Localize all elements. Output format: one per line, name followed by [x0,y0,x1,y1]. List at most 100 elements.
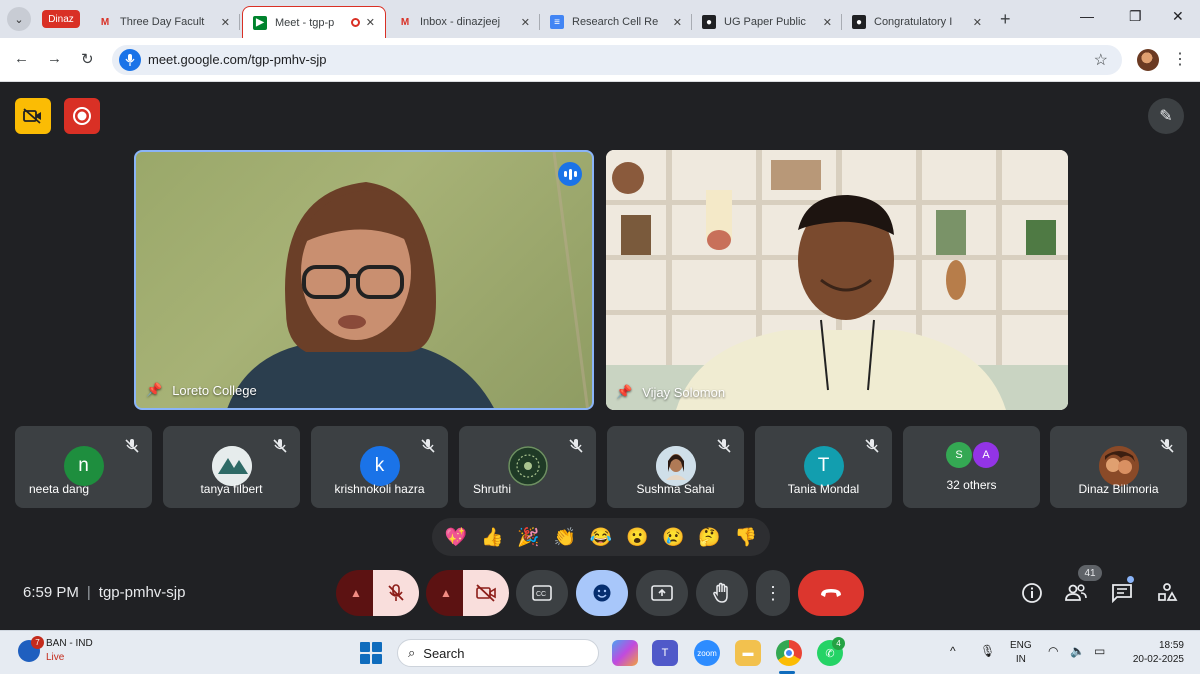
chrome-icon[interactable] [776,640,802,666]
search-icon: ⌕ [408,645,416,660]
profile-avatar[interactable] [1137,49,1159,71]
video-vijay-solomon[interactable]: 📌 Vijay Solomon [606,150,1068,410]
time-text: 18:59 [1158,640,1184,651]
reaction-tears-of-joy[interactable]: 😂 [588,524,614,550]
tile-others[interactable]: S A 32 others [903,426,1040,508]
camera-toggle-button[interactable] [463,570,509,616]
browser-menu-icon[interactable]: ⋮ [1172,49,1188,69]
widget-title: BAN - IND [46,638,93,649]
more-options-button[interactable]: ⋮ [756,570,790,616]
tab-meet[interactable]: ▶ Meet - tgp-p ✕ [242,6,386,38]
windows-taskbar: 7 BAN - IND Live ⌕ Search T zoom ▬ ✆ 4 ^… [0,630,1200,674]
pen-icon[interactable]: ✎ [1148,98,1184,134]
restore-icon[interactable]: ❐ [1129,8,1142,25]
captions-button[interactable]: CC [516,570,568,616]
present-icon [651,585,673,601]
tile-sushma-sahai[interactable]: Sushma Sahai [607,426,744,508]
bookmark-star-icon[interactable]: ☆ [1094,50,1108,70]
video-loreto-college[interactable]: 📌 Loreto College [134,150,594,410]
record-icon [73,107,91,125]
reaction-thumbs-down[interactable]: 👎 [733,524,759,550]
tab-congratulatory[interactable]: ● Congratulatory I ✕ [842,6,992,38]
reactions-button[interactable] [576,570,628,616]
teams-icon[interactable]: T [652,640,678,666]
chevron-up-icon: ▲ [440,586,452,600]
close-icon[interactable]: ✕ [673,16,682,29]
participant-name: tanya filbert [200,482,263,496]
profile-group-chip[interactable]: Dinaz [42,10,80,28]
meeting-info-text: 6:59 PM | tgp-pmhv-sjp [23,584,185,601]
tile-dinaz-bilimoria[interactable]: Dinaz Bilimoria [1050,426,1187,508]
close-icon[interactable]: ✕ [521,16,530,29]
video-options-button[interactable]: ▲ [426,570,466,616]
show-hidden-icons[interactable]: ^ [950,644,956,658]
window-close-icon[interactable]: ✕ [1172,8,1184,25]
tab-three-day-faculty[interactable]: M Three Day Facult ✕ [88,6,240,38]
recording-indicator[interactable] [64,98,100,134]
tab-ug-paper[interactable]: ● UG Paper Public ✕ [692,6,842,38]
close-icon[interactable]: ✕ [221,16,230,29]
pin-icon[interactable]: 📌 [616,384,632,400]
browser-toolbar: ← → ↻ meet.google.com/tgp-pmhv-sjp ☆ ⋮ [0,38,1200,82]
participant-name: neeta dang [29,482,90,496]
forward-icon[interactable]: → [47,50,62,67]
pin-icon[interactable]: 📌 [146,382,162,398]
zoom-icon[interactable]: zoom [694,640,720,666]
volume-icon[interactable]: 🔈 [1070,644,1085,658]
people-button[interactable] [1063,580,1089,606]
taskbar-search[interactable]: ⌕ Search [397,639,599,667]
tab-title: Three Day Facult [120,16,205,28]
tab-title: Meet - tgp-p [275,16,335,29]
participant-tiles: n neeta dang tanya filbert k krishnokoli… [15,426,1187,508]
minimize-icon[interactable]: — [1080,8,1094,24]
chat-button[interactable] [1109,580,1135,606]
language-indicator[interactable]: ENG IN [1010,639,1032,667]
reaction-sparkling-heart[interactable]: 💖 [443,524,469,550]
copilot-icon[interactable] [612,640,638,666]
close-icon[interactable]: ✕ [823,16,832,29]
microphone-tray-icon[interactable]: 🎙 [980,644,995,658]
reaction-crying[interactable]: 😢 [660,524,686,550]
tab-title: Research Cell Re [572,16,659,28]
activities-icon [1158,583,1178,601]
camera-off-indicator[interactable] [15,98,51,134]
tab-inbox[interactable]: M Inbox - dinazjeej ✕ [388,6,540,38]
new-tab-button[interactable]: + [1000,9,1011,30]
microphone-toggle-button[interactable] [373,570,419,616]
microphone-permission-icon[interactable] [119,49,141,71]
reload-icon[interactable]: ↻ [81,50,94,68]
raise-hand-button[interactable] [696,570,748,616]
leave-call-button[interactable] [798,570,864,616]
tile-tanya-filbert[interactable]: tanya filbert [163,426,300,508]
reaction-party-popper[interactable]: 🎉 [516,524,542,550]
meeting-details-button[interactable] [1019,580,1045,606]
tile-krishnokoli-hazra[interactable]: k krishnokoli hazra [311,426,448,508]
clock[interactable]: 18:59 20-02-2025 [1120,639,1184,667]
tab-search-button[interactable]: ⌄ [7,7,31,31]
close-icon[interactable]: ✕ [366,16,375,29]
avatar: S [946,442,972,468]
audio-options-button[interactable]: ▲ [336,570,376,616]
start-button[interactable] [360,642,382,664]
back-icon[interactable]: ← [14,50,29,67]
reaction-clapping[interactable]: 👏 [552,524,578,550]
wifi-icon[interactable]: ◠ [1048,644,1058,658]
tile-tania-mondal[interactable]: T Tania Mondal [755,426,892,508]
reaction-surprised[interactable]: 😮 [624,524,650,550]
tile-shruthi[interactable]: Shruthi [459,426,596,508]
address-bar[interactable]: meet.google.com/tgp-pmhv-sjp ☆ [112,45,1122,75]
avatar: n [63,446,104,486]
tile-neeta-dang[interactable]: n neeta dang [15,426,152,508]
activities-button[interactable] [1154,580,1180,606]
close-icon[interactable]: ✕ [973,16,982,29]
tab-research-cell[interactable]: ≡ Research Cell Re ✕ [540,6,692,38]
participant-video-image [606,150,1068,410]
avatar: T [803,446,844,486]
news-widget[interactable]: 7 BAN - IND Live [18,636,93,665]
present-screen-button[interactable] [636,570,688,616]
reaction-thumbs-up[interactable]: 👍 [479,524,505,550]
file-explorer-icon[interactable]: ▬ [735,640,761,666]
mic-off-icon [388,584,404,601]
reaction-thinking[interactable]: 🤔 [697,524,723,550]
battery-icon[interactable]: ▭ [1094,644,1105,658]
